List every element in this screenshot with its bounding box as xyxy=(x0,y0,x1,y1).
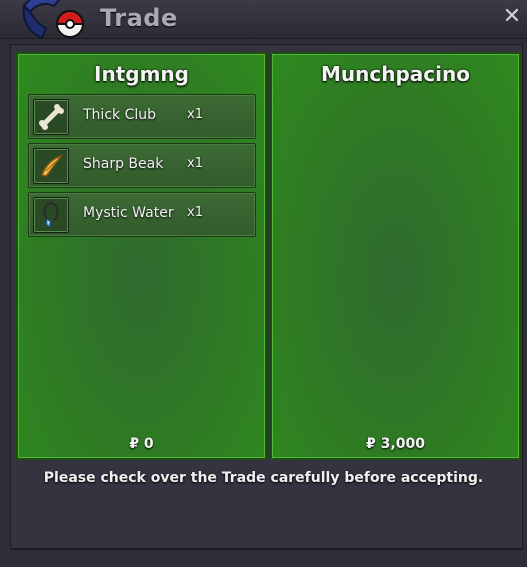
close-icon[interactable]: ✕ xyxy=(501,6,523,28)
item-quantity: x1 xyxy=(187,205,203,220)
item-quantity: x1 xyxy=(187,156,203,171)
trade-notice: Please check over the Trade carefully be… xyxy=(43,470,484,486)
trade-item[interactable]: Sharp Beak x1 xyxy=(28,143,256,188)
right-player-name: Munchpacino xyxy=(321,62,470,86)
pokeball-logo-icon xyxy=(18,0,90,48)
item-name: Mystic Water xyxy=(83,205,174,221)
right-money: ₽ 3,000 xyxy=(366,436,425,452)
item-name: Sharp Beak xyxy=(83,156,164,172)
left-money: ₽ 0 xyxy=(129,436,154,452)
trade-item[interactable]: Mystic Water x1 xyxy=(28,192,256,237)
window-title: Trade xyxy=(100,4,178,32)
bone-icon xyxy=(33,99,69,135)
left-player-name: Intgmng xyxy=(94,62,189,86)
title-bar: Trade ✕ xyxy=(0,0,527,40)
footer-divider xyxy=(10,548,521,549)
item-name: Thick Club xyxy=(83,107,156,123)
right-trade-panel: Munchpacino ₽ 3,000 xyxy=(270,52,521,460)
item-quantity: x1 xyxy=(187,107,203,122)
water-pendant-icon xyxy=(33,197,69,233)
left-trade-panel: Intgmng Thick Club x1 Sharp Beak x1 Myst… xyxy=(16,52,267,460)
trade-window: Trade ✕ Intgmng Thick Club x1 Sharp Beak… xyxy=(0,0,527,567)
beak-icon xyxy=(33,148,69,184)
trade-item[interactable]: Thick Club x1 xyxy=(28,94,256,139)
